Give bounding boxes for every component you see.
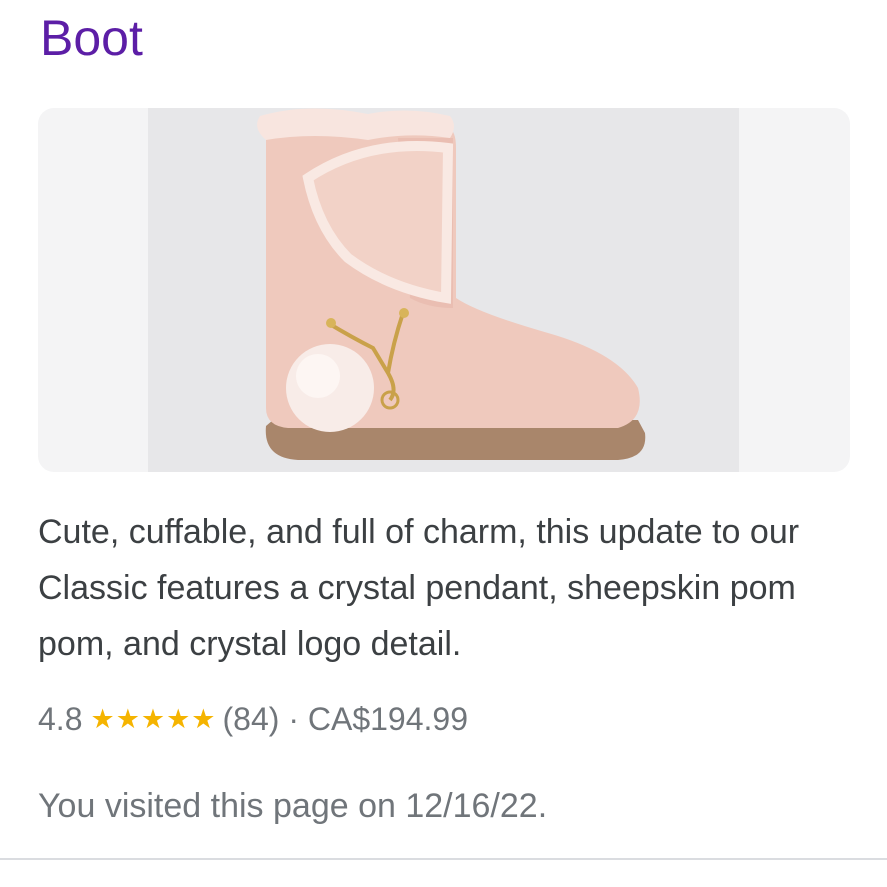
result-description: Cute, cuffable, and full of charm, this …	[38, 513, 800, 663]
review-count: (84)	[222, 700, 280, 737]
result-title-link[interactable]: Boot	[40, 6, 143, 70]
boot-cuff	[257, 108, 454, 140]
rating-stars-icon: ★★★★★	[90, 703, 217, 734]
price: CA$194.99	[307, 700, 468, 737]
visited-note: You visited this page on 12/16/22.	[38, 787, 548, 825]
product-image	[148, 108, 739, 472]
rating-price-row: 4.8 ★★★★★ (84) · CA$194.99	[38, 697, 468, 741]
boot-illustration	[257, 108, 646, 460]
divider	[0, 858, 887, 860]
product-image-card[interactable]	[38, 108, 850, 472]
rating-value: 4.8	[38, 700, 83, 737]
separator: ·	[279, 700, 308, 737]
